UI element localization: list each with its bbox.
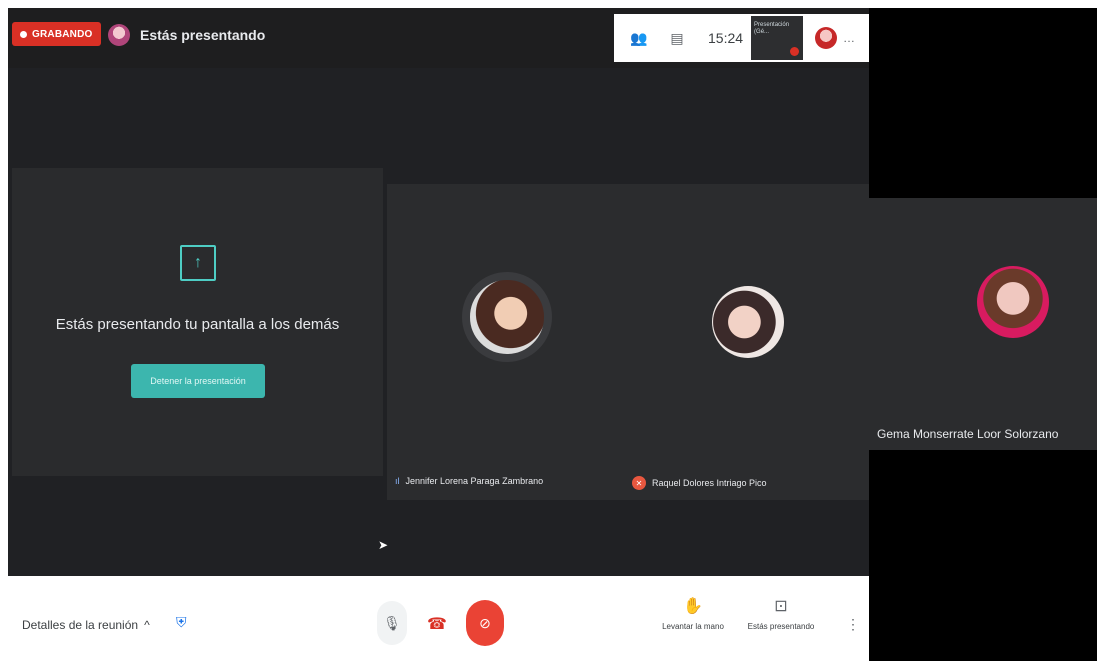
presenter-avatar [108,24,130,46]
bottom-bar: Detalles de la reunión ^ ⛨ 🎙 ☎ ⊘ ✋ Levan… [8,576,869,655]
speaking-icon: ıl [395,476,400,486]
participant-label-1: Jennifer Lorena Paraga Zambrano [405,476,544,486]
meeting-details-label: Detalles de la reunión [22,618,139,632]
record-dot-icon [20,30,27,38]
participant-label-2: Raquel Dolores Intriago Pico [652,478,767,488]
side-participant-tile: Gema Monserrate Loor Solorzano [869,198,1097,450]
thumbnail-text: Presentación (Gé... [754,22,790,35]
microphone-icon: 🎙 [383,614,401,631]
presentation-tile: ↑ Estás presentando tu pantalla a los de… [12,168,383,476]
participant-avatar-3 [977,266,1049,338]
shield-icon[interactable]: ⛨ [176,614,190,632]
camera-off-icon: ⊘ [479,614,491,631]
participant-name-2: ✕ Raquel Dolores Intriago Pico [632,476,767,490]
presenting-message: Estás presentando tu pantalla a los demá… [55,316,340,333]
raise-hand-button[interactable]: ✋ Levantar la mano [658,596,728,631]
meet-window: GRABANDO Estás presentando 👥 ▤ 15:24 Pre… [8,8,869,655]
microphone-button[interactable]: 🎙 [377,601,407,645]
raise-hand-label: Levantar la mano [662,622,724,631]
meeting-details-button[interactable]: Detalles de la reunión ^ [22,618,150,632]
people-icon[interactable]: 👥 [626,25,652,51]
camera-off-button[interactable]: ⊘ [466,600,504,646]
chat-icon[interactable]: ▤ [664,25,690,51]
top-bar: GRABANDO Estás presentando 👥 ▤ 15:24 Pre… [8,8,869,68]
self-avatar[interactable] [815,27,838,49]
recording-label: GRABANDO [32,28,93,40]
end-call-button[interactable]: ☎ [425,612,449,636]
more-vert-icon[interactable]: ⋮ [846,616,860,633]
share-screen-icon: ↑ [180,245,216,281]
present-screen-icon: ⊡ [774,598,788,615]
mouse-cursor-icon: ➤ [378,538,389,552]
present-label: Estás presentando [747,622,815,631]
stop-presenting-button[interactable]: Detener la presentación [131,364,265,398]
more-options-icon[interactable]: … [843,31,855,45]
chevron-up-icon: ^ [144,618,150,632]
recording-badge: GRABANDO [12,22,101,46]
thumbnail-badge-icon [790,47,800,56]
participant-name-3: Gema Monserrate Loor Solorzano [877,427,1059,441]
participant-name-1: ıl Jennifer Lorena Paraga Zambrano [395,476,543,486]
clock-time: 15:24 [708,30,744,46]
phone-hangup-icon: ☎ [427,616,447,633]
top-right-panel: 👥 ▤ 15:24 Presentación (Gé... … [614,14,869,62]
participants-tile: ıl Jennifer Lorena Paraga Zambrano ✕ Raq… [387,184,869,500]
participant-avatar-2 [712,286,784,358]
presenting-label: Estás presentando [140,27,266,43]
mic-off-icon: ✕ [632,476,646,490]
presentation-thumbnail[interactable]: Presentación (Gé... [751,16,804,60]
hand-icon: ✋ [683,598,703,615]
participant-avatar-1 [462,272,552,362]
present-button[interactable]: ⊡ Estás presentando [746,596,816,631]
